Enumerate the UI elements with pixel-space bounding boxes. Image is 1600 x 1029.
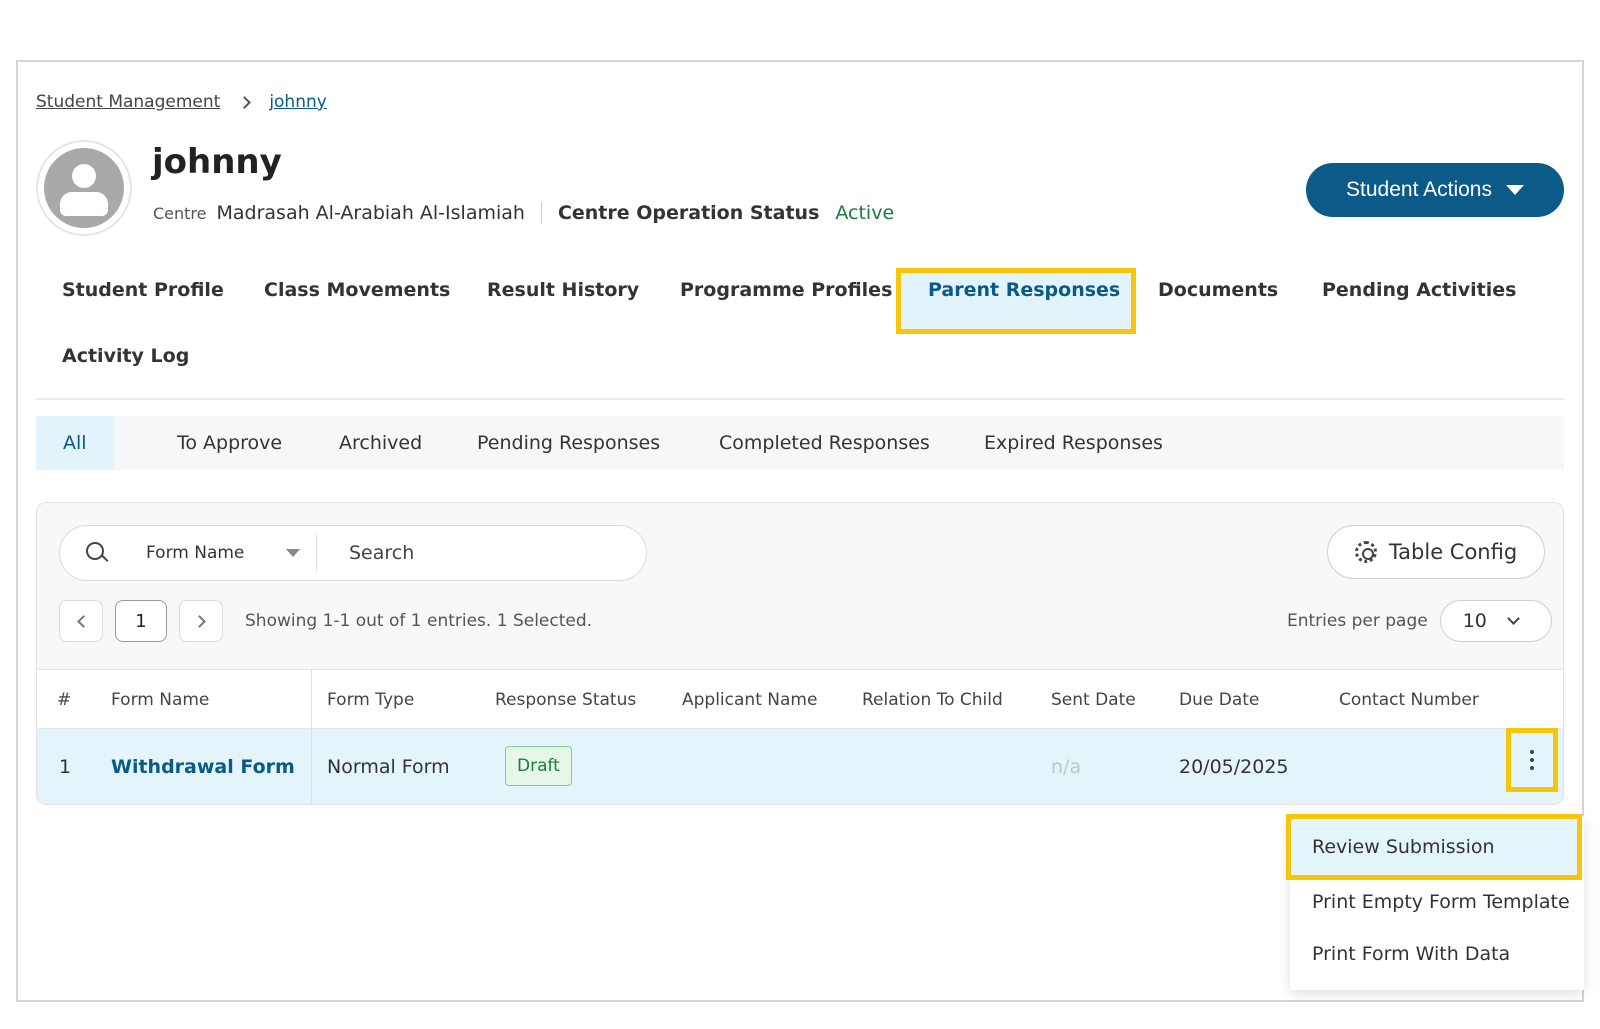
- caret-down-icon: [1505, 185, 1524, 195]
- table-header: # Form Name Form Type Response Status Ap…: [37, 669, 1563, 730]
- header-response-status[interactable]: Response Status: [495, 670, 636, 730]
- subtab-all[interactable]: All: [36, 416, 114, 470]
- kebab-dot: [1530, 750, 1534, 754]
- centre-label: Centre: [153, 203, 207, 223]
- kebab-dot: [1530, 766, 1534, 770]
- entries-per-page: Entries per page 10: [1287, 600, 1552, 642]
- kebab-dot: [1530, 758, 1534, 762]
- row-form-name-link[interactable]: Withdrawal Form: [111, 729, 295, 804]
- menu-item-review-submission[interactable]: Review Submission: [1291, 819, 1577, 875]
- tab-result-history[interactable]: Result History: [487, 279, 639, 301]
- table-row[interactable]: 1 Withdrawal Form Normal Form Draft n/a …: [37, 729, 1563, 804]
- chevron-right-icon: [238, 95, 252, 109]
- table-config-label: Table Config: [1388, 540, 1518, 564]
- showing-text: Showing 1-1 out of 1 entries. 1 Selected…: [245, 611, 593, 631]
- subtabs: All To Approve Archived Pending Response…: [36, 416, 1564, 470]
- row-form-type: Normal Form: [327, 756, 450, 778]
- search-icon[interactable]: [86, 542, 108, 564]
- status-label: Centre Operation Status: [557, 202, 820, 224]
- centre-name: Madrasah Al-Arabiah Al-Islamiah: [216, 202, 525, 224]
- subtab-expired-responses[interactable]: Expired Responses: [957, 416, 1190, 470]
- row-due-date: 20/05/2025: [1179, 756, 1289, 778]
- header-relation-to-child[interactable]: Relation To Child: [862, 670, 1003, 730]
- tab-activity-log[interactable]: Activity Log: [62, 345, 189, 367]
- page-number-input[interactable]: 1: [115, 600, 167, 642]
- student-actions-label: Student Actions: [1346, 178, 1492, 201]
- search-bar: Form Name: [59, 525, 647, 581]
- header-form-name[interactable]: Form Name: [111, 670, 209, 730]
- column-divider: [311, 669, 312, 804]
- student-meta: Centre Madrasah Al-Arabiah Al-Islamiah C…: [153, 202, 894, 224]
- avatar: [36, 140, 132, 236]
- entries-select[interactable]: 10: [1439, 600, 1552, 642]
- table-config-button[interactable]: Table Config: [1327, 525, 1545, 579]
- caret-down-icon[interactable]: [286, 549, 300, 557]
- header-due-date[interactable]: Due Date: [1179, 670, 1259, 730]
- prev-page-button[interactable]: [59, 600, 103, 642]
- breadcrumb-student-management[interactable]: Student Management: [36, 92, 220, 112]
- tab-parent-responses[interactable]: Parent Responses: [928, 279, 1120, 301]
- chevron-left-icon: [76, 614, 90, 628]
- header-index: #: [57, 690, 72, 710]
- menu-item-print-empty-form-template[interactable]: Print Empty Form Template: [1290, 876, 1584, 928]
- tab-student-profile[interactable]: Student Profile: [62, 279, 224, 301]
- responses-card: Form Name Table Config 1 Showing 1-1 out…: [36, 502, 1564, 805]
- menu-item-review-submission-highlight[interactable]: Review Submission: [1286, 814, 1582, 880]
- tab-documents[interactable]: Documents: [1158, 279, 1278, 301]
- tab-pending-activities[interactable]: Pending Activities: [1322, 279, 1516, 301]
- chevron-down-icon: [1507, 612, 1520, 625]
- subtab-to-approve[interactable]: To Approve: [150, 416, 309, 470]
- tab-programme-profiles[interactable]: Programme Profiles: [680, 279, 892, 301]
- tabs-divider: [36, 398, 1564, 400]
- header-applicant-name[interactable]: Applicant Name: [682, 670, 817, 730]
- status-badge: Draft: [505, 746, 572, 786]
- status-value: Active: [835, 202, 895, 224]
- student-actions-button[interactable]: Student Actions: [1306, 163, 1564, 217]
- page-title: johnny: [152, 142, 282, 182]
- breadcrumb: Student Management johnny: [36, 92, 327, 112]
- menu-item-print-form-with-data[interactable]: Print Form With Data: [1290, 928, 1584, 980]
- header-sent-date[interactable]: Sent Date: [1051, 670, 1136, 730]
- search-field-select[interactable]: Form Name: [146, 543, 286, 563]
- row-index: 1: [59, 756, 72, 778]
- breadcrumb-current[interactable]: johnny: [269, 92, 327, 112]
- tab-highlight: [896, 268, 1136, 334]
- chevron-right-icon: [192, 614, 206, 628]
- header-contact-number[interactable]: Contact Number: [1339, 670, 1479, 730]
- search-input[interactable]: [349, 542, 609, 564]
- entries-value: 10: [1462, 610, 1487, 632]
- meta-divider: [540, 202, 542, 224]
- header-form-type[interactable]: Form Type: [327, 670, 414, 730]
- tab-class-movements[interactable]: Class Movements: [264, 279, 450, 301]
- row-sent-date: n/a: [1051, 756, 1082, 778]
- subtab-archived[interactable]: Archived: [312, 416, 449, 470]
- row-actions-button[interactable]: [1506, 728, 1558, 792]
- entries-label: Entries per page: [1287, 611, 1428, 631]
- subtab-pending-responses[interactable]: Pending Responses: [450, 416, 687, 470]
- user-icon: [44, 148, 124, 228]
- gear-icon: [1354, 541, 1377, 563]
- next-page-button[interactable]: [179, 600, 223, 642]
- pagination: 1 Showing 1-1 out of 1 entries. 1 Select…: [59, 600, 592, 642]
- subtab-completed-responses[interactable]: Completed Responses: [692, 416, 957, 470]
- search-divider: [316, 535, 317, 571]
